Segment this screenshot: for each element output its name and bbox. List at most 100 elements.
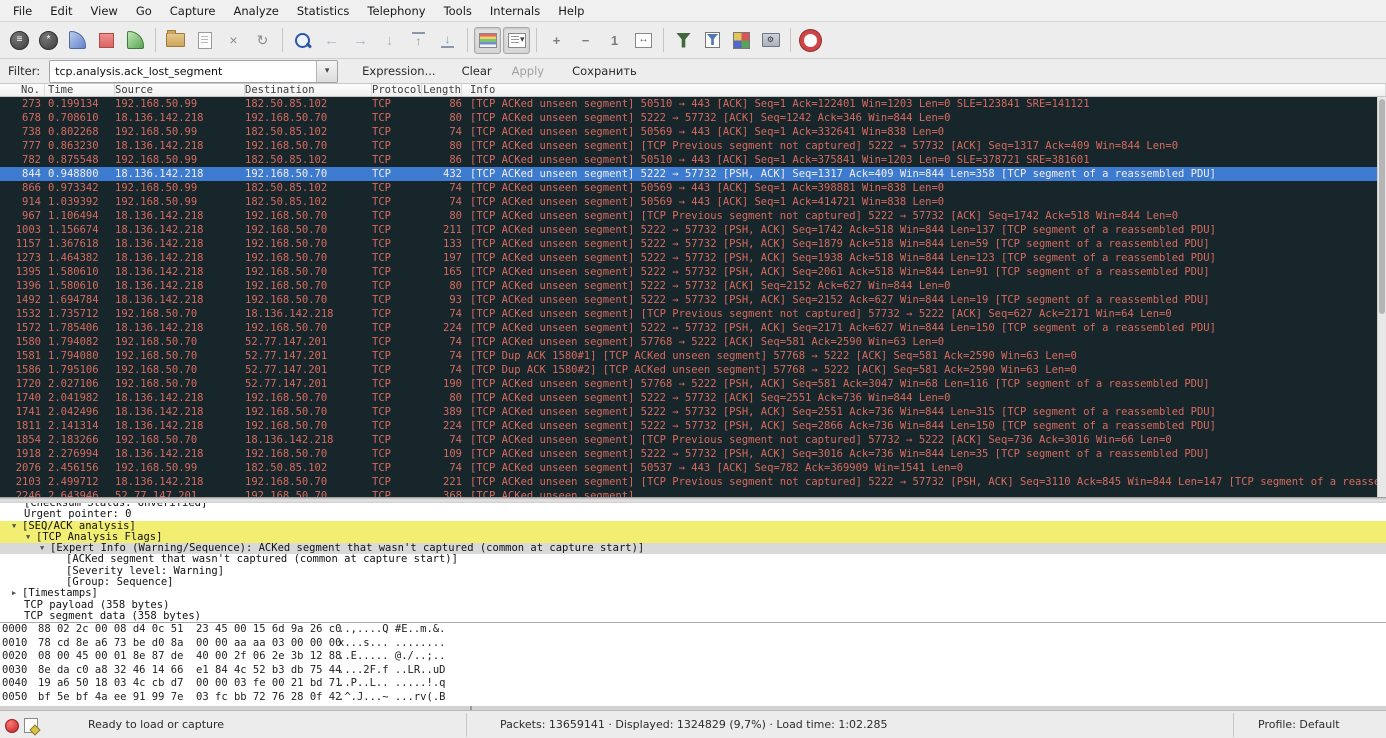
packet-row[interactable]: 6780.70861018.136.142.218192.168.50.70TC… xyxy=(0,111,1386,125)
packet-row[interactable]: 13961.58061018.136.142.218192.168.50.70T… xyxy=(0,279,1386,293)
preferences-button[interactable]: ⚙ xyxy=(757,27,784,54)
restart-capture-button[interactable] xyxy=(122,27,149,54)
list-interfaces-button[interactable]: ≡ xyxy=(6,27,33,54)
menu-item-go[interactable]: Go xyxy=(127,2,161,20)
clear-button[interactable]: Clear xyxy=(456,61,498,81)
zoom-out-button[interactable]: − xyxy=(572,27,599,54)
zoom-in-button[interactable]: + xyxy=(543,27,570,54)
detail-line[interactable]: Urgent pointer: 0 xyxy=(0,509,1386,520)
packet-row[interactable]: 21032.49971218.136.142.218192.168.50.70T… xyxy=(0,475,1386,489)
column-header-time[interactable]: Time xyxy=(45,84,115,96)
menu-item-edit[interactable]: Edit xyxy=(41,2,81,20)
menu-item-file[interactable]: File xyxy=(4,2,41,20)
reload-capture-button[interactable]: ↻ xyxy=(249,27,276,54)
detail-line[interactable]: TCP payload (358 bytes) xyxy=(0,600,1386,611)
display-filter-button[interactable] xyxy=(699,27,726,54)
save-filter-button[interactable]: Сохранить xyxy=(566,61,643,81)
capture-filter-button[interactable] xyxy=(670,27,697,54)
column-header-protocol[interactable]: Protocol xyxy=(372,84,422,96)
packet-row[interactable]: 13951.58061018.136.142.218192.168.50.70T… xyxy=(0,265,1386,279)
go-back-button[interactable]: ← xyxy=(318,27,345,54)
packet-row[interactable]: 9141.039392192.168.50.99182.50.85.102TCP… xyxy=(0,195,1386,209)
packet-row[interactable]: 22462.64394652.77.147.201192.168.50.70TC… xyxy=(0,489,1386,497)
packet-row[interactable]: 17412.04249618.136.142.218192.168.50.70T… xyxy=(0,405,1386,419)
capture-options-button[interactable]: * xyxy=(35,27,62,54)
menu-item-tools[interactable]: Tools xyxy=(435,2,481,20)
column-header-no[interactable]: No. xyxy=(0,84,45,96)
go-to-top-button[interactable]: ↑ xyxy=(405,27,432,54)
packet-row[interactable]: 17402.04198218.136.142.218192.168.50.70T… xyxy=(0,391,1386,405)
help-button[interactable] xyxy=(797,27,824,54)
detail-line[interactable]: ▼[SEQ/ACK analysis] xyxy=(0,521,1386,532)
go-forward-button[interactable]: → xyxy=(347,27,374,54)
menu-item-telephony[interactable]: Telephony xyxy=(358,2,434,20)
packet-row[interactable]: 12731.46438218.136.142.218192.168.50.70T… xyxy=(0,251,1386,265)
column-header-source[interactable]: Source xyxy=(115,84,245,96)
find-packet-button[interactable] xyxy=(289,27,316,54)
packet-row[interactable]: 19182.27699418.136.142.218192.168.50.70T… xyxy=(0,447,1386,461)
packet-row[interactable]: 20762.456156192.168.50.99182.50.85.102TC… xyxy=(0,461,1386,475)
column-header-info[interactable]: Info xyxy=(462,84,1386,96)
expression-button[interactable]: Expression... xyxy=(356,61,441,81)
packet-row[interactable]: 15811.794080192.168.50.7052.77.147.201TC… xyxy=(0,349,1386,363)
column-header-length[interactable]: Length xyxy=(422,84,462,96)
resize-columns-button[interactable]: ↔ xyxy=(630,27,657,54)
close-capture-button[interactable]: × xyxy=(220,27,247,54)
zoom-normal-button[interactable]: 1 xyxy=(601,27,628,54)
autoscroll-button[interactable] xyxy=(503,27,530,54)
detail-line[interactable]: ▶[Timestamps] xyxy=(0,588,1386,599)
open-capture-button[interactable] xyxy=(162,27,189,54)
packet-row[interactable]: 14921.69478418.136.142.218192.168.50.70T… xyxy=(0,293,1386,307)
column-header-destination[interactable]: Destination xyxy=(245,84,372,96)
packet-row[interactable]: 8660.973342192.168.50.99182.50.85.102TCP… xyxy=(0,181,1386,195)
packet-row[interactable]: 7380.802268192.168.50.99182.50.85.102TCP… xyxy=(0,125,1386,139)
packet-row[interactable]: 7770.86323018.136.142.218192.168.50.70TC… xyxy=(0,139,1386,153)
detail-line[interactable]: [Group: Sequence] xyxy=(0,577,1386,588)
hex-row[interactable]: 002008 00 45 00 01 8e 87 de 40 00 2f 06 … xyxy=(0,650,1386,664)
packet-row[interactable]: 15801.794082192.168.50.7052.77.147.201TC… xyxy=(0,335,1386,349)
filter-dropdown-arrow-icon[interactable]: ▾ xyxy=(316,61,337,82)
expander-open-icon[interactable]: ▼ xyxy=(40,543,50,554)
packet-row[interactable]: 11571.36761818.136.142.218192.168.50.70T… xyxy=(0,237,1386,251)
hex-row[interactable]: 001078 cd 8e a6 73 be d0 8a 00 00 aa aa … xyxy=(0,637,1386,651)
profile-indicator[interactable]: Profile: Default xyxy=(1258,718,1340,731)
apply-button[interactable]: Apply xyxy=(506,61,550,81)
go-to-bottom-button[interactable]: ↓ xyxy=(434,27,461,54)
expander-closed-icon[interactable]: ▶ xyxy=(12,588,22,599)
packet-row[interactable]: 7820.875548192.168.50.99182.50.85.102TCP… xyxy=(0,153,1386,167)
menu-item-help[interactable]: Help xyxy=(549,2,593,20)
menu-item-internals[interactable]: Internals xyxy=(481,2,549,20)
packet-row[interactable]: 17202.027106192.168.50.7052.77.147.201TC… xyxy=(0,377,1386,391)
scrollbar-thumb[interactable] xyxy=(1379,99,1385,314)
packet-row[interactable]: 15321.735712192.168.50.7018.136.142.218T… xyxy=(0,307,1386,321)
packet-row[interactable]: 15721.78540618.136.142.218192.168.50.70T… xyxy=(0,321,1386,335)
stop-capture-button[interactable] xyxy=(93,27,120,54)
menu-item-analyze[interactable]: Analyze xyxy=(225,2,288,20)
expander-open-icon[interactable]: ▼ xyxy=(26,532,36,543)
packet-list-scrollbar[interactable] xyxy=(1377,97,1386,497)
packet-row[interactable]: 10031.15667418.136.142.218192.168.50.70T… xyxy=(0,223,1386,237)
start-capture-button[interactable] xyxy=(64,27,91,54)
packet-row[interactable]: 9671.10649418.136.142.218192.168.50.70TC… xyxy=(0,209,1386,223)
hex-row[interactable]: 000088 02 2c 00 08 d4 0c 51 23 45 00 15 … xyxy=(0,623,1386,637)
packet-row[interactable]: 18112.14131418.136.142.218192.168.50.70T… xyxy=(0,419,1386,433)
expert-info-led-icon[interactable] xyxy=(5,719,19,733)
menu-item-view[interactable]: View xyxy=(82,2,127,20)
capture-comment-icon[interactable] xyxy=(24,718,38,733)
detail-line[interactable]: [Severity level: Warning] xyxy=(0,566,1386,577)
packet-row[interactable]: 15861.795106192.168.50.7052.77.147.201TC… xyxy=(0,363,1386,377)
menu-item-capture[interactable]: Capture xyxy=(161,2,225,20)
colorize-list-button[interactable] xyxy=(474,27,501,54)
save-capture-button[interactable] xyxy=(191,27,218,54)
hex-row[interactable]: 00308e da c0 a8 32 46 14 66 e1 84 4c 52 … xyxy=(0,664,1386,678)
hex-row[interactable]: 0050bf 5e bf 4a ee 91 99 7e 03 fc bb 72 … xyxy=(0,691,1386,705)
menu-item-statistics[interactable]: Statistics xyxy=(288,2,359,20)
packet-row[interactable]: 2730.199134192.168.50.99182.50.85.102TCP… xyxy=(0,97,1386,111)
expander-open-icon[interactable]: ▼ xyxy=(12,521,22,532)
hex-row[interactable]: 004019 a6 50 18 03 4c cb d7 00 00 03 fe … xyxy=(0,677,1386,691)
go-to-packet-button[interactable]: ↓ xyxy=(376,27,403,54)
filter-input[interactable] xyxy=(50,61,316,82)
detail-line[interactable]: TCP segment data (358 bytes) xyxy=(0,611,1386,622)
coloring-rules-button[interactable] xyxy=(728,27,755,54)
filter-combobox[interactable]: ▾ xyxy=(49,60,338,83)
